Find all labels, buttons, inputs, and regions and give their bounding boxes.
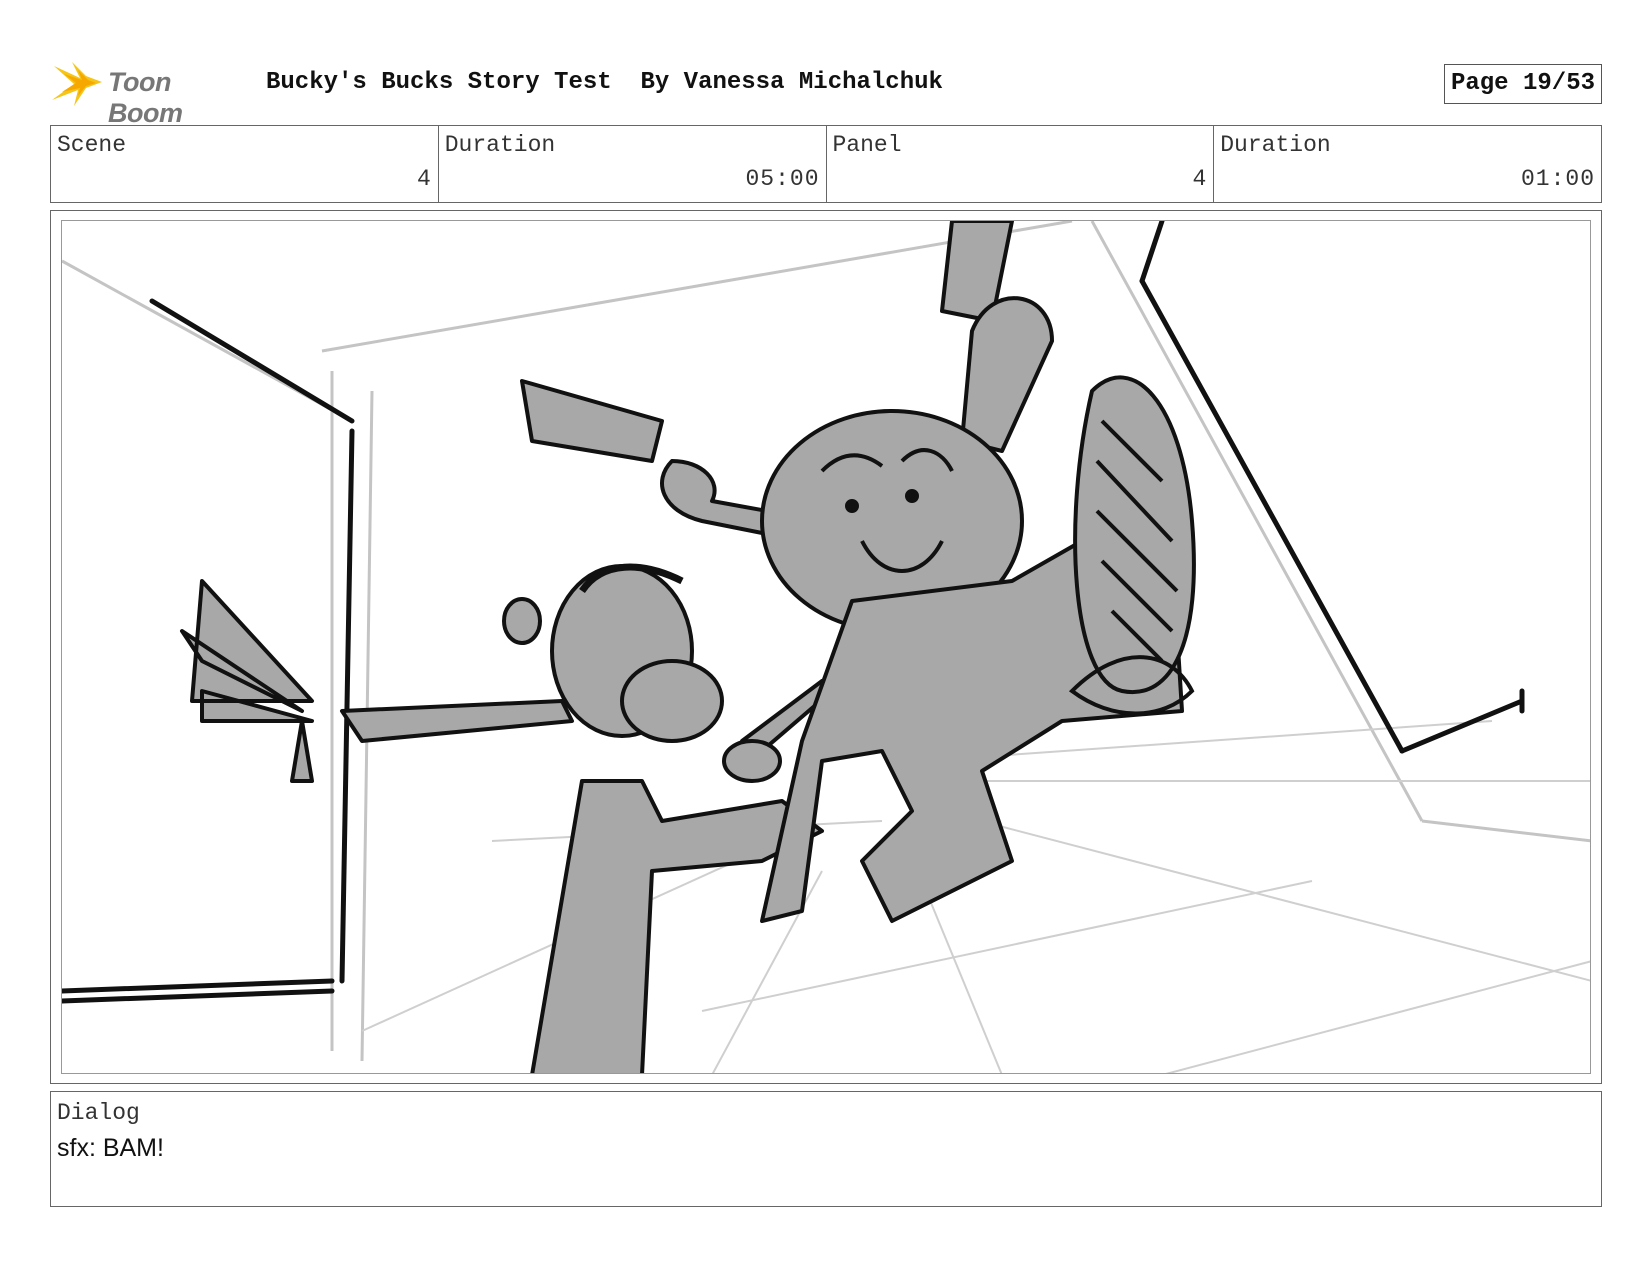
panel-value: 4 (1192, 166, 1208, 192)
scene-duration-cell: Duration 05:00 (439, 126, 827, 202)
panel-duration-value: 01:00 (1520, 166, 1595, 192)
scene-duration-label: Duration (444, 132, 556, 158)
scene-label: Scene (57, 132, 127, 158)
logo-text: Toon Boom (108, 67, 183, 128)
page-indicator: Page 19/53 (1443, 64, 1602, 104)
scene-duration-value: 05:00 (745, 166, 820, 192)
panel-drawing-area (61, 220, 1591, 1074)
panel-duration-label: Duration (1220, 132, 1331, 158)
scene-info-row: Scene 4 Duration 05:00 Panel 4 Duration … (50, 125, 1602, 203)
toon-boom-logo: Toon Boom (52, 58, 252, 128)
storyboard-panel (50, 210, 1602, 1084)
panel-cell: Panel 4 (827, 126, 1215, 202)
panel-duration-cell: Duration 01:00 (1214, 126, 1601, 202)
storyboard-sketch (62, 221, 1590, 1073)
scene-cell: Scene 4 (51, 126, 439, 202)
dialog-box: Dialog sfx: BAM! (50, 1091, 1602, 1207)
dialog-text: sfx: BAM! (57, 1134, 164, 1162)
dialog-label: Dialog (57, 1100, 140, 1126)
scene-value: 4 (416, 166, 432, 192)
header: Toon Boom Bucky's Bucks Story Test By Va… (52, 58, 1602, 128)
starburst-icon (52, 62, 102, 106)
panel-label: Panel (832, 132, 902, 158)
document-title: Bucky's Bucks Story Test By Vanessa Mich… (266, 69, 943, 96)
